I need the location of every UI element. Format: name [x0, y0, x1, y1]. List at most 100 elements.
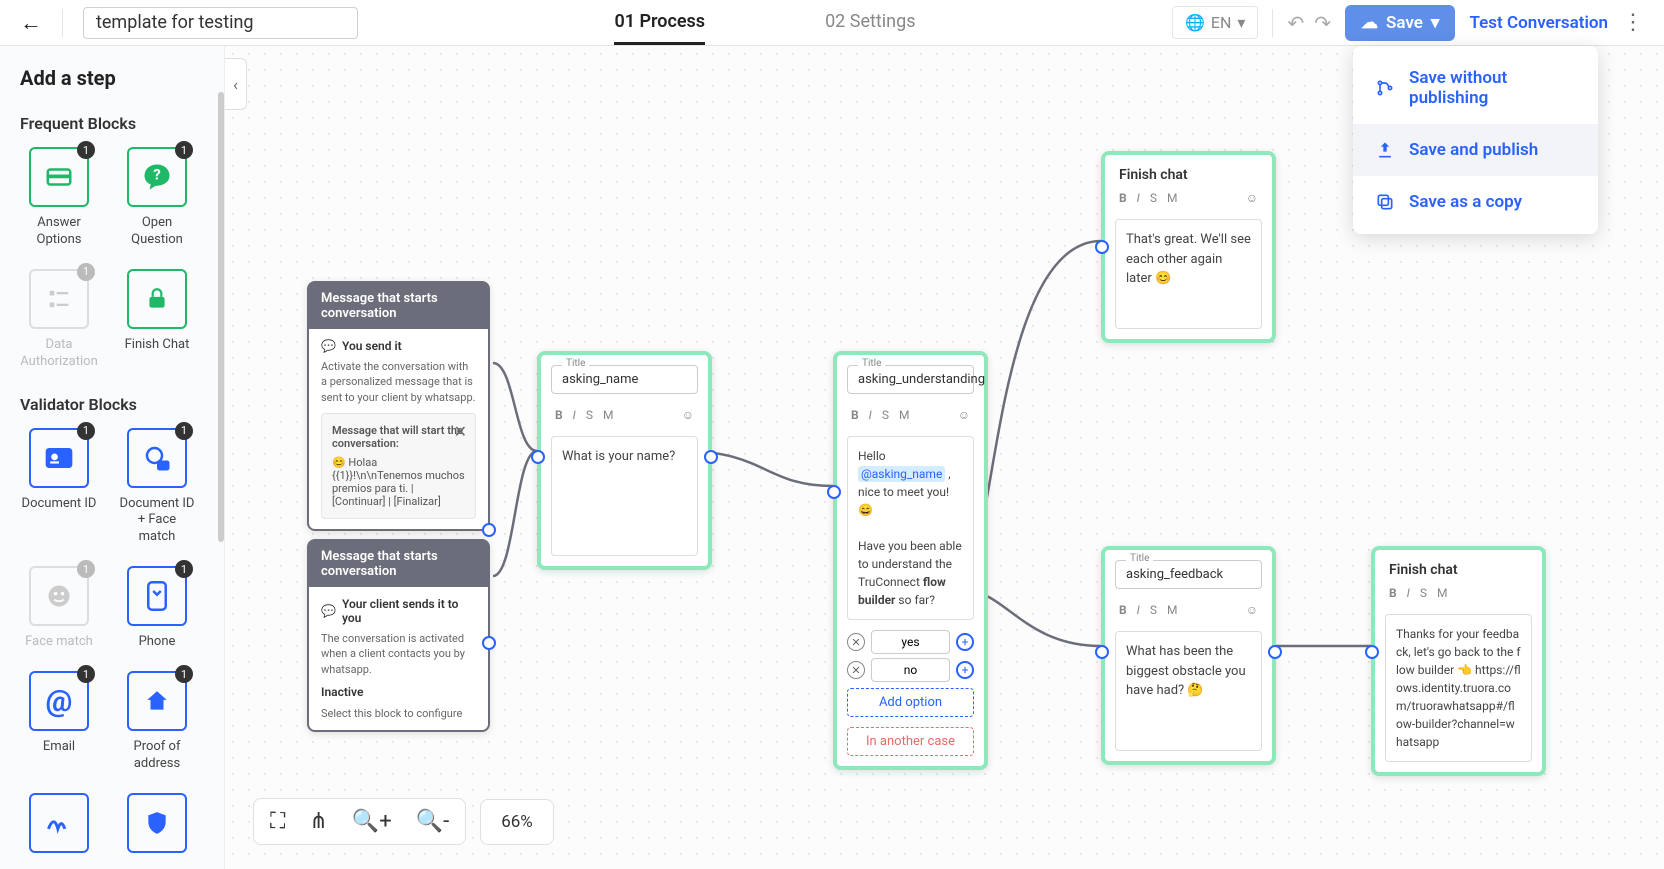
option-label[interactable]: yes	[871, 630, 950, 654]
port-in[interactable]	[1095, 240, 1109, 254]
node-desc: Activate the conversation with a persona…	[321, 359, 476, 405]
node-asking-understanding[interactable]: Title asking_understanding B I S M ☺ Hel…	[833, 351, 988, 770]
mono-icon[interactable]: M	[1167, 191, 1177, 205]
block-extra-1[interactable]	[20, 793, 98, 853]
italic-icon[interactable]: I	[1137, 191, 1140, 205]
connect-icon[interactable]: +	[956, 661, 974, 679]
bold-icon[interactable]: B	[555, 408, 563, 422]
message-box[interactable]: What is your name?	[551, 436, 698, 556]
close-icon[interactable]: ✕	[454, 422, 467, 441]
node-start-send[interactable]: Message that starts conversation 💬You se…	[307, 281, 490, 531]
at-icon: @	[46, 684, 73, 719]
id-card-icon	[45, 448, 73, 468]
zoom-out-icon[interactable]: 🔍-	[416, 809, 449, 834]
save-button[interactable]: ☁ Save ▾	[1345, 5, 1456, 41]
share-icon[interactable]: ⋔	[309, 809, 327, 834]
title-field[interactable]: Title asking_name	[551, 365, 698, 394]
more-icon[interactable]: ⋮	[1622, 10, 1644, 35]
block-proof-address[interactable]: 1 Proof of address	[118, 671, 196, 773]
port-out[interactable]	[482, 523, 496, 537]
italic-icon[interactable]: I	[1137, 603, 1140, 617]
italic-icon[interactable]: I	[869, 408, 872, 422]
text: Hello	[858, 449, 886, 463]
connect-icon[interactable]: +	[956, 633, 974, 651]
strike-icon[interactable]: S	[586, 408, 593, 422]
mono-icon[interactable]: M	[603, 408, 613, 422]
port-out[interactable]	[482, 636, 496, 650]
title-field[interactable]: Title asking_feedback	[1115, 560, 1262, 589]
block-face-match: 1 Face match	[20, 566, 98, 651]
message-box[interactable]: What has been the biggest obstacle you h…	[1115, 631, 1262, 751]
face-icon	[45, 582, 73, 610]
block-extra-2[interactable]	[118, 793, 196, 853]
save-and-publish[interactable]: Save and publish	[1353, 124, 1598, 176]
port-in[interactable]	[531, 450, 545, 464]
block-finish-chat[interactable]: Finish Chat	[118, 269, 196, 371]
strike-icon[interactable]: S	[1420, 586, 1427, 600]
scrollbar[interactable]	[218, 92, 224, 542]
delete-option-icon[interactable]: ✕	[847, 633, 865, 651]
strike-icon[interactable]: S	[1150, 191, 1157, 205]
port-in[interactable]	[827, 485, 841, 499]
bold-icon[interactable]: B	[1389, 586, 1397, 600]
italic-icon[interactable]: I	[573, 408, 576, 422]
header: ← 01 Process 02 Settings 🌐 EN ▾ ↶ ↷ ☁ Sa…	[0, 0, 1664, 46]
node-start-receive[interactable]: Message that starts conversation 💬Your c…	[307, 539, 490, 732]
bold-icon[interactable]: B	[851, 408, 859, 422]
message-box[interactable]: That's great. We'll see each other again…	[1115, 219, 1262, 329]
node-finish-great[interactable]: Finish chat B I S M ☺ That's great. We'l…	[1101, 151, 1276, 343]
block-email[interactable]: 1@ Email	[20, 671, 98, 773]
back-arrow-icon[interactable]: ←	[20, 10, 42, 36]
bold-icon[interactable]: B	[1119, 191, 1127, 205]
port-in[interactable]	[1095, 645, 1109, 659]
tab-process[interactable]: 01 Process	[614, 1, 705, 45]
fit-view-icon[interactable]: ⛶	[270, 809, 285, 834]
message-box[interactable]: Thanks for your feedback, let's go back …	[1385, 614, 1532, 762]
undo-icon[interactable]: ↶	[1287, 11, 1304, 35]
menu-label: Save as a copy	[1409, 192, 1522, 212]
option-label[interactable]: no	[871, 658, 950, 682]
strike-icon[interactable]: S	[882, 408, 889, 422]
node-finish-thanks[interactable]: Finish chat B I S M Thanks for your feed…	[1371, 546, 1546, 776]
block-answer-options[interactable]: 1 Answer Options	[20, 147, 98, 249]
mono-icon[interactable]: M	[1437, 586, 1447, 600]
block-label: Proof of address	[118, 739, 196, 773]
italic-icon[interactable]: I	[1407, 586, 1410, 600]
port-out[interactable]	[704, 450, 718, 464]
another-case-button[interactable]: In another case	[847, 727, 974, 756]
save-dropdown: Save without publishing Save and publish…	[1353, 46, 1598, 234]
upload-icon	[1375, 140, 1395, 160]
language-selector[interactable]: 🌐 EN ▾	[1172, 6, 1258, 39]
mono-icon[interactable]: M	[1167, 603, 1177, 617]
delete-option-icon[interactable]: ✕	[847, 661, 865, 679]
node-asking-feedback[interactable]: Title asking_feedback B I S M ☺ What has…	[1101, 546, 1276, 765]
emoji-icon[interactable]: ☺	[958, 408, 970, 422]
block-document-id-face[interactable]: 1 Document ID + Face match	[118, 428, 196, 547]
add-option-button[interactable]: Add option	[847, 688, 974, 717]
node-asking-name[interactable]: Title asking_name B I S M ☺ What is your…	[537, 351, 712, 570]
title-field[interactable]: Title asking_understanding	[847, 365, 974, 394]
emoji-icon[interactable]: ☺	[1246, 603, 1258, 617]
mono-icon[interactable]: M	[899, 408, 909, 422]
strike-icon[interactable]: S	[1150, 603, 1157, 617]
collapse-sidebar-button[interactable]: ‹	[225, 58, 247, 110]
emoji-icon[interactable]: ☺	[682, 408, 694, 422]
port-out[interactable]	[1268, 645, 1282, 659]
block-label: Answer Options	[20, 215, 98, 249]
block-phone[interactable]: 1 Phone	[118, 566, 196, 651]
zoom-in-icon[interactable]: 🔍+	[352, 809, 392, 834]
test-conversation-link[interactable]: Test Conversation	[1469, 13, 1608, 33]
save-without-publishing[interactable]: Save without publishing	[1353, 52, 1598, 124]
message-box[interactable]: Hello @asking_name , nice to meet you! 😄…	[847, 436, 974, 620]
block-open-question[interactable]: 1? Open Question	[118, 147, 196, 249]
bold-icon[interactable]: B	[1119, 603, 1127, 617]
block-label: Open Question	[118, 215, 196, 249]
chevron-down-icon: ▾	[1431, 13, 1440, 33]
tab-settings[interactable]: 02 Settings	[825, 1, 915, 45]
redo-icon[interactable]: ↷	[1314, 11, 1331, 35]
template-name-input[interactable]	[83, 7, 358, 39]
block-document-id[interactable]: 1 Document ID	[20, 428, 98, 547]
save-as-copy[interactable]: Save as a copy	[1353, 176, 1598, 228]
port-in[interactable]	[1365, 645, 1379, 659]
emoji-icon[interactable]: ☺	[1246, 191, 1258, 205]
